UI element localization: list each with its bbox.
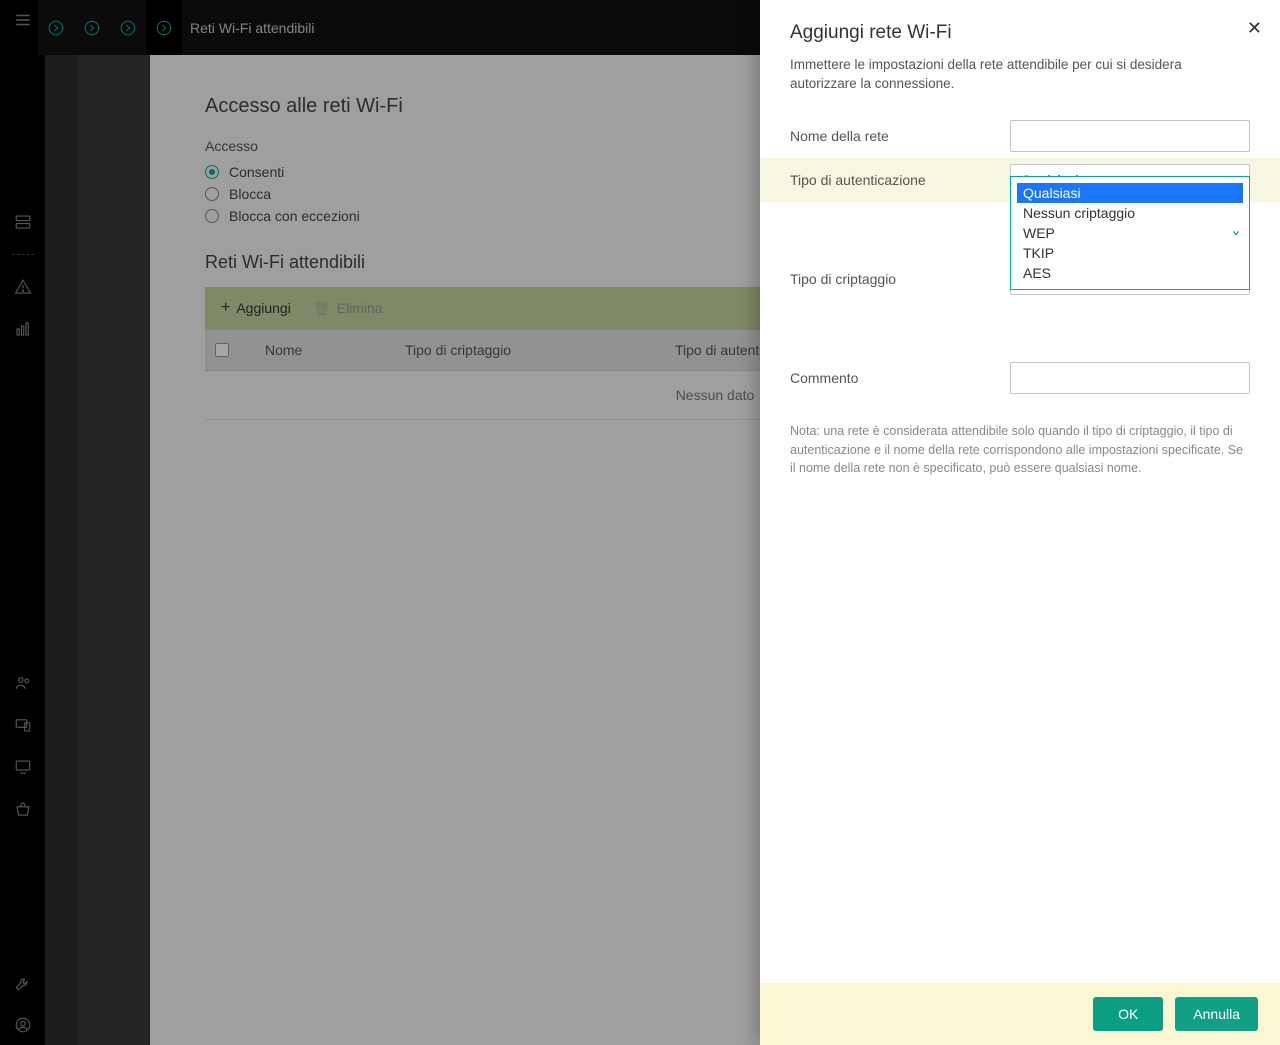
label-auth-type: Tipo di autenticazione xyxy=(790,172,1010,188)
add-wifi-panel: ✕ Aggiungi rete Wi-Fi Immettere le impos… xyxy=(760,0,1280,1045)
dropdown-option[interactable]: TKIP xyxy=(1017,243,1243,263)
dropdown-option[interactable]: Nessun criptaggio xyxy=(1017,203,1243,223)
panel-subtitle: Immettere le impostazioni della rete att… xyxy=(790,56,1250,94)
dropdown-option[interactable]: Qualsiasi xyxy=(1017,183,1243,203)
dropdown-option[interactable]: AES xyxy=(1017,263,1243,283)
row-network-name: Nome della rete xyxy=(790,114,1250,158)
encryption-dropdown-list: Qualsiasi Nessun criptaggio WEP TKIP AES xyxy=(1010,176,1250,290)
panel-title: Aggiungi rete Wi-Fi xyxy=(790,22,1250,44)
input-comment[interactable] xyxy=(1010,362,1250,394)
input-network-name[interactable] xyxy=(1010,120,1250,152)
label-comment: Commento xyxy=(790,370,1010,386)
cancel-button[interactable]: Annulla xyxy=(1175,997,1258,1031)
chevron-down-icon xyxy=(1231,225,1241,241)
label-network-name: Nome della rete xyxy=(790,128,1010,144)
panel-note: Nota: una rete è considerata attendibile… xyxy=(790,422,1250,478)
close-icon[interactable]: ✕ xyxy=(1247,18,1262,39)
row-comment: Commento xyxy=(790,356,1250,400)
dropdown-option[interactable]: WEP xyxy=(1017,223,1243,243)
label-encryption-type: Tipo di criptaggio xyxy=(790,271,1010,287)
panel-footer: OK Annulla xyxy=(760,983,1280,1045)
ok-button[interactable]: OK xyxy=(1093,997,1163,1031)
